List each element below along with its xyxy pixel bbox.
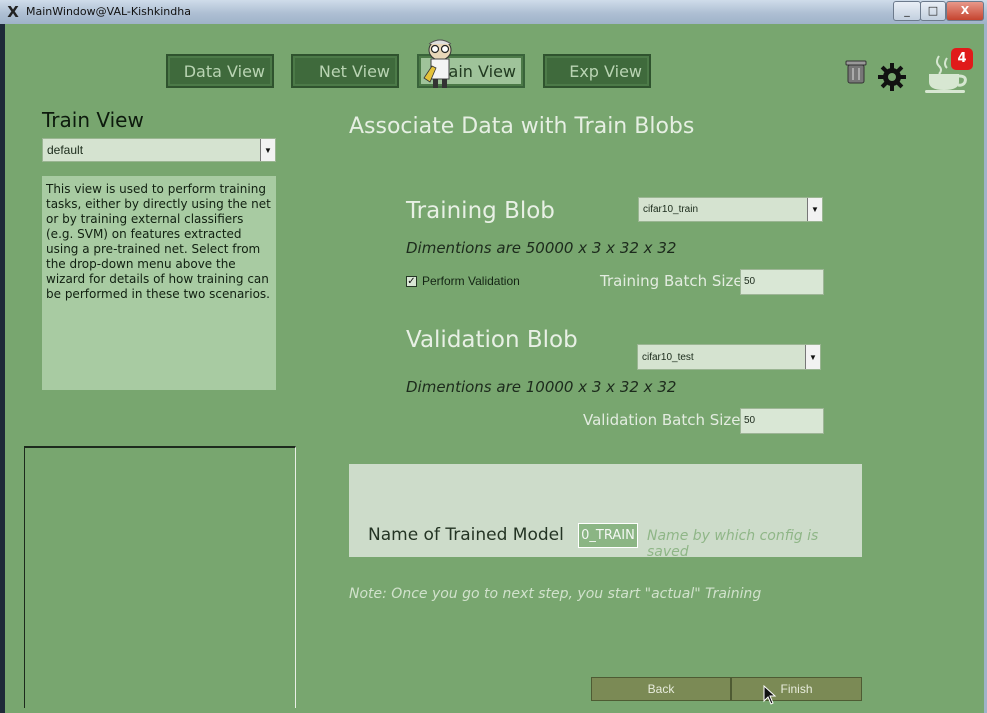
nav-net-view-button[interactable]: Net View <box>291 54 399 88</box>
perform-validation-row[interactable]: ✓ Perform Validation <box>406 274 520 288</box>
sidebar-title: Train View <box>42 108 144 132</box>
training-blob-select-value: cifar10_train <box>643 204 699 215</box>
preset-select[interactable]: default ▼ <box>42 138 276 162</box>
training-batch-size-label: Training Batch Size : <box>600 272 753 290</box>
model-name-panel: Name of Trained Model 0_TRAIN Name by wh… <box>349 464 862 560</box>
training-blob-title: Training Blob <box>406 198 555 224</box>
validation-dimensions: Dimentions are 10000 x 3 x 32 x 32 <box>406 378 677 396</box>
scientist-mascot-icon <box>423 39 452 88</box>
validation-batch-size-input[interactable]: 50 <box>740 408 824 434</box>
minimize-button[interactable]: _ <box>893 1 921 21</box>
chevron-down-icon[interactable]: ▼ <box>260 139 275 161</box>
notification-badge[interactable]: 4 <box>951 48 973 70</box>
perform-validation-checkbox[interactable]: ✓ <box>406 275 417 287</box>
validation-blob-select[interactable]: cifar10_test ▼ <box>637 344 821 370</box>
app-icon: X <box>7 3 19 21</box>
close-button[interactable]: X <box>946 1 984 21</box>
training-batch-size-input[interactable]: 50 <box>740 269 824 295</box>
training-note: Note: Once you go to next step, you star… <box>349 586 762 602</box>
validation-blob-title: Validation Blob <box>406 327 578 353</box>
model-name-input[interactable]: 0_TRAIN <box>578 523 638 548</box>
description-box: This view is used to perform training ta… <box>42 176 276 390</box>
training-dimensions: Dimentions are 50000 x 3 x 32 x 32 <box>406 239 677 257</box>
gear-icon[interactable] <box>877 62 907 92</box>
model-name-hint: Name by which config is saved <box>647 528 819 560</box>
maximize-button[interactable]: □ <box>920 1 946 21</box>
validation-blob-select-value: cifar10_test <box>642 351 694 363</box>
back-button[interactable]: Back <box>591 677 731 701</box>
preset-select-value: default <box>47 143 84 157</box>
training-blob-select[interactable]: cifar10_train ▼ <box>638 197 823 222</box>
window-title: MainWindow@VAL-Kishkindha <box>26 5 191 18</box>
mouse-cursor-icon <box>763 685 777 705</box>
window-titlebar: X MainWindow@VAL-Kishkindha _ □ X <box>0 0 987 25</box>
finish-button[interactable]: Finish <box>731 677 862 701</box>
chevron-down-icon[interactable]: ▼ <box>805 345 820 369</box>
nav-exp-view-button[interactable]: Exp View <box>543 54 651 88</box>
page-title: Associate Data with Train Blobs <box>349 114 695 139</box>
model-name-label: Name of Trained Model <box>368 525 564 545</box>
description-text: This view is used to perform training ta… <box>46 182 271 301</box>
nav-data-view-button[interactable]: Data View <box>166 54 274 88</box>
perform-validation-label: Perform Validation <box>422 274 520 288</box>
preview-panel <box>24 446 296 708</box>
validation-batch-size-label: Validation Batch Size : <box>583 411 751 429</box>
chevron-down-icon[interactable]: ▼ <box>807 198 822 221</box>
main-window: Data View Net View Train View Exp View 4… <box>5 24 984 713</box>
trash-icon[interactable] <box>845 58 867 84</box>
